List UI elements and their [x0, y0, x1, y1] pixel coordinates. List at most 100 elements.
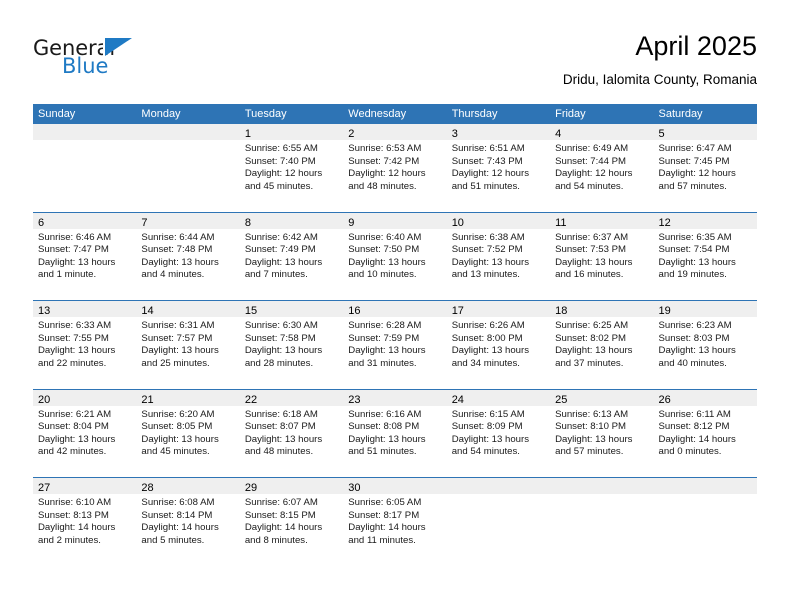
- daylight-text: Daylight: 13 hours and 1 minute.: [38, 256, 116, 281]
- day-info: Sunrise: 6:23 AM Sunset: 8:03 PM Daylight:…: [654, 317, 757, 370]
- day-cell[interactable]: 14 Sunrise: 6:31 AM Sunset: 7:57 PM Dayligh…: [136, 301, 240, 389]
- day-cell[interactable]: 19 Sunrise: 6:23 AM Sunset: 8:03 PM Dayligh…: [653, 301, 757, 389]
- day-info: Sunrise: 6:33 AM Sunset: 7:55 PM Daylight:…: [33, 317, 136, 370]
- day-number: 8: [244, 216, 251, 229]
- day-cell[interactable]: 9 Sunrise: 6:40 AM Sunset: 7:50 PM Daylight…: [343, 212, 447, 300]
- day-info: Sunrise: 6:25 AM Sunset: 8:02 PM Daylight:…: [550, 317, 653, 370]
- daylight-text: Daylight: 13 hours and 4 minutes.: [141, 256, 219, 281]
- day-cell[interactable]: 21 Sunrise: 6:20 AM Sunset: 8:05 PM Dayligh…: [136, 389, 240, 477]
- day-cell[interactable]: 20 Sunrise: 6:21 AM Sunset: 8:04 PM Dayligh…: [33, 389, 137, 477]
- day-number-band: 20: [33, 389, 137, 406]
- day-number-band: 13: [33, 301, 137, 317]
- sunrise-text: Sunrise: 6:28 AM: [348, 320, 422, 331]
- general-blue-logo[interactable]: General Blue: [33, 36, 163, 82]
- day-cell[interactable]: 12 Sunrise: 6:35 AM Sunset: 7:54 PM Dayligh…: [653, 212, 757, 300]
- sunrise-text: Sunrise: 6:49 AM: [555, 143, 629, 154]
- weekday-header-thursday: Thursday: [451, 108, 498, 120]
- day-number-band: 7: [136, 212, 240, 229]
- weekday-header-monday: Monday: [141, 108, 181, 120]
- day-cell[interactable]: 28 Sunrise: 6:08 AM Sunset: 8:14 PM Dayligh…: [136, 478, 240, 566]
- sunrise-text: Sunrise: 6:38 AM: [451, 231, 525, 243]
- sunrise-text: Sunrise: 6:40 AM: [348, 231, 422, 243]
- weekday-header-wednesday: Wednesday: [348, 108, 407, 120]
- day-cell[interactable]: 10 Sunrise: 6:38 AM Sunset: 7:52 PM Dayligh…: [446, 212, 551, 300]
- sunrise-text: Sunrise: 6:51 AM: [451, 143, 525, 154]
- day-cell[interactable]: 16 Sunrise: 6:28 AM Sunset: 7:59 PM Dayligh…: [343, 301, 447, 389]
- day-number-band: [550, 478, 654, 494]
- daylight-text: Daylight: 13 hours and 51 minutes.: [348, 433, 426, 458]
- day-cell[interactable]: 3 Sunrise: 6:51 AM Sunset: 7:43 PM Daylight…: [446, 124, 551, 212]
- day-cell[interactable]: 29 Sunrise: 6:07 AM Sunset: 8:15 PM Dayligh…: [239, 478, 344, 566]
- sunrise-text: Sunrise: 6:37 AM: [555, 231, 629, 243]
- day-number-band: [446, 478, 551, 494]
- day-info: Sunrise: 6:49 AM Sunset: 7:44 PM Daylight:…: [550, 140, 653, 193]
- sunset-text: Sunset: 8:07 PM: [244, 421, 316, 433]
- sunrise-text: Sunrise: 6:33 AM: [38, 320, 112, 331]
- day-number-band: 5: [653, 124, 757, 140]
- day-number-band: 9: [343, 212, 447, 229]
- day-number-band: 26: [653, 389, 757, 406]
- sunrise-text: Sunrise: 6:46 AM: [38, 231, 112, 243]
- sunset-text: Sunset: 8:12 PM: [658, 421, 730, 433]
- day-cell[interactable]: 18 Sunrise: 6:25 AM Sunset: 8:02 PM Dayligh…: [550, 301, 654, 389]
- day-number: 14: [141, 305, 154, 317]
- day-number: 23: [348, 393, 361, 406]
- page-header: General Blue April 2025 Dridu, Ialomita …: [0, 0, 792, 100]
- daylight-text: Daylight: 13 hours and 19 minutes.: [658, 256, 736, 281]
- day-info: Sunrise: 6:37 AM Sunset: 7:53 PM Daylight:…: [550, 229, 653, 282]
- sunrise-text: Sunrise: 6:30 AM: [244, 320, 318, 331]
- day-number-band: 19: [653, 301, 757, 317]
- day-cell-empty: [136, 124, 240, 212]
- day-cell[interactable]: 15 Sunrise: 6:30 AM Sunset: 7:58 PM Dayligh…: [239, 301, 344, 389]
- day-number: 24: [451, 393, 464, 406]
- day-cell[interactable]: 24 Sunrise: 6:15 AM Sunset: 8:09 PM Dayligh…: [446, 389, 551, 477]
- sunrise-text: Sunrise: 6:20 AM: [141, 408, 215, 420]
- day-cell-empty: [653, 478, 757, 566]
- day-info: Sunrise: 6:30 AM Sunset: 7:58 PM Daylight:…: [240, 317, 343, 370]
- sunset-text: Sunset: 7:42 PM: [348, 155, 420, 167]
- day-cell[interactable]: 4 Sunrise: 6:49 AM Sunset: 7:44 PM Daylight…: [550, 124, 654, 212]
- day-cell[interactable]: 5 Sunrise: 6:47 AM Sunset: 7:45 PM Daylight…: [653, 124, 757, 212]
- daylight-text: Daylight: 13 hours and 37 minutes.: [555, 345, 633, 369]
- day-cell[interactable]: 27 Sunrise: 6:10 AM Sunset: 8:13 PM Dayligh…: [33, 478, 137, 566]
- day-number: 22: [244, 393, 258, 406]
- calendar-page: General Blue April 2025 Dridu, Ialomita …: [0, 0, 792, 612]
- sunrise-text: Sunrise: 6:26 AM: [451, 320, 525, 331]
- day-cell[interactable]: 7 Sunrise: 6:44 AM Sunset: 7:48 PM Daylight…: [136, 212, 240, 300]
- day-cell-empty: [33, 124, 137, 212]
- daylight-text: Daylight: 13 hours and 42 minutes.: [38, 433, 116, 458]
- daylight-text: Daylight: 14 hours and 0 minutes.: [658, 433, 736, 458]
- day-number: 28: [141, 482, 154, 494]
- page-title: April 2025: [635, 31, 757, 61]
- day-cell[interactable]: 25 Sunrise: 6:13 AM Sunset: 8:10 PM Dayligh…: [550, 389, 654, 477]
- day-cell[interactable]: 26 Sunrise: 6:11 AM Sunset: 8:12 PM Dayligh…: [653, 389, 757, 477]
- day-number: 18: [555, 305, 568, 317]
- day-cell[interactable]: 22 Sunrise: 6:18 AM Sunset: 8:07 PM Dayligh…: [239, 389, 344, 477]
- day-cell[interactable]: 30 Sunrise: 6:05 AM Sunset: 8:17 PM Dayligh…: [343, 478, 447, 566]
- daylight-text: Daylight: 14 hours and 5 minutes.: [141, 522, 219, 546]
- sunrise-text: Sunrise: 6:05 AM: [348, 497, 422, 508]
- sunset-text: Sunset: 8:02 PM: [555, 332, 627, 344]
- calendar-week-row: 27 Sunrise: 6:10 AM Sunset: 8:13 PM Dayligh…: [33, 477, 757, 566]
- day-number: 13: [38, 305, 51, 317]
- day-number-band: 12: [653, 212, 757, 229]
- day-cell[interactable]: 8 Sunrise: 6:42 AM Sunset: 7:49 PM Daylight…: [239, 212, 344, 300]
- day-cell[interactable]: 1 Sunrise: 6:55 AM Sunset: 7:40 PM Daylight…: [239, 124, 344, 212]
- weekday-header-saturday: Saturday: [658, 108, 703, 120]
- day-cell[interactable]: 2 Sunrise: 6:53 AM Sunset: 7:42 PM Daylight…: [343, 124, 447, 212]
- sunset-text: Sunset: 7:40 PM: [244, 155, 316, 167]
- day-number: 6: [38, 216, 45, 229]
- day-cell[interactable]: 17 Sunrise: 6:26 AM Sunset: 8:00 PM Dayligh…: [446, 301, 551, 389]
- day-info: Sunrise: 6:40 AM Sunset: 7:50 PM Daylight:…: [343, 229, 446, 282]
- sunrise-text: Sunrise: 6:42 AM: [244, 231, 318, 243]
- day-number: 9: [348, 216, 355, 229]
- sunrise-text: Sunrise: 6:07 AM: [244, 497, 318, 508]
- day-cell[interactable]: 23 Sunrise: 6:16 AM Sunset: 8:08 PM Dayligh…: [343, 389, 447, 477]
- day-cell[interactable]: 13 Sunrise: 6:33 AM Sunset: 7:55 PM Dayligh…: [33, 301, 137, 389]
- day-number: 11: [555, 216, 567, 229]
- daylight-text: Daylight: 12 hours and 45 minutes.: [244, 168, 323, 192]
- day-cell[interactable]: 6 Sunrise: 6:46 AM Sunset: 7:47 PM Daylight…: [33, 212, 137, 300]
- sunset-text: Sunset: 7:45 PM: [658, 155, 730, 167]
- day-cell[interactable]: 11 Sunrise: 6:37 AM Sunset: 7:53 PM Dayligh…: [550, 212, 654, 300]
- day-info: Sunrise: 6:28 AM Sunset: 7:59 PM Daylight:…: [343, 317, 446, 370]
